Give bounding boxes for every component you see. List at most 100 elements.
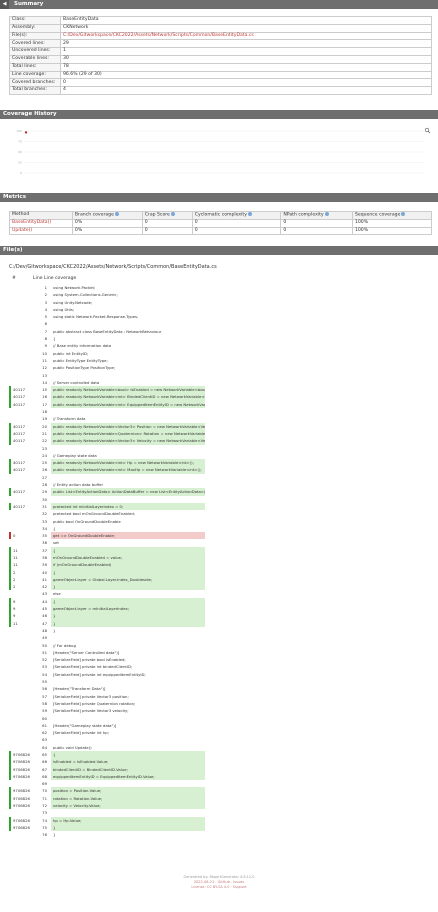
coverage-bar (9, 518, 11, 525)
line-number: 74 (42, 817, 47, 823)
coverage-bar (9, 605, 11, 613)
metrics-column-header[interactable]: Sequence coverage (351, 211, 433, 220)
coverage-bar (9, 707, 11, 714)
coverage-bar (9, 481, 11, 488)
code-line: 51 [Header("Server Controlled data")] (9, 649, 433, 656)
magnifier-plus-icon[interactable] (424, 127, 431, 134)
metrics-column-header[interactable]: Branch coverage (71, 211, 143, 220)
line-number: 30 (42, 496, 47, 502)
code-line: 40117 26 public readonly NetworkVariable<… (9, 466, 433, 474)
metrics-title: Metrics (3, 194, 26, 200)
line-number: 66 (42, 759, 47, 765)
footer-license[interactable]: License: CC BY-SA 4.0 · Support (0, 885, 438, 890)
summary-key: File(s): (9, 31, 61, 41)
hit-count: 11 (13, 562, 18, 568)
hit-count: 2 (13, 569, 16, 575)
collapse-icon[interactable]: ◀ (0, 0, 9, 9)
code-text: public List<EntityActionData> ActionData… (51, 488, 205, 496)
code-line: 9 46 } (9, 612, 433, 620)
metrics-column-label: Cyclomatic complexity (194, 212, 247, 218)
coverage-history-header[interactable]: Coverage History (0, 110, 438, 119)
coverage-bar (9, 386, 11, 394)
metric-value: 0 (280, 219, 353, 228)
method-link[interactable]: Update() (9, 226, 73, 235)
coverage-bar (9, 306, 11, 313)
metrics-column-label: NPath complexity (283, 212, 324, 218)
code-text: // Base entity information data (53, 343, 112, 349)
coverage-point[interactable] (24, 131, 28, 134)
hit-count: 40117 (13, 423, 26, 429)
metrics-column-header[interactable]: Method (9, 211, 73, 220)
line-number: 20 (42, 423, 47, 429)
line-number: 18 (42, 409, 47, 415)
line-number: 59 (42, 708, 47, 714)
line-number: 52 (42, 657, 47, 663)
metrics-header[interactable]: Metrics (0, 193, 438, 202)
coverage-bar (9, 510, 11, 517)
line-number: 71 (42, 795, 47, 801)
code-line: 11 37 { (9, 546, 433, 554)
code-text: using Unity.Netcode; (53, 299, 93, 305)
source-code: 1 using Network.Packet; 2 using System.Coll… (9, 284, 433, 839)
hit-count: 40117 (13, 503, 26, 509)
code-text: using static Network.Packet.Response.Typ… (53, 314, 139, 320)
method-link[interactable]: BaseEntityData() (9, 219, 73, 228)
metrics-column-header[interactable]: Cyclomatic complexity (191, 211, 282, 220)
summary-key: Uncovered lines: (9, 47, 61, 56)
coverage-bar (9, 320, 11, 327)
code-line: 27 (9, 474, 433, 481)
coverage-bar (9, 831, 11, 838)
summary-row: Line coverage: 96.6% (29 of 30) (9, 70, 432, 80)
coverage-bar (9, 597, 11, 606)
info-icon[interactable] (247, 212, 252, 216)
info-icon[interactable] (114, 212, 119, 216)
hit-count: 40117 (13, 430, 26, 436)
summary-value: 30 (60, 54, 432, 64)
code-text: [SerializeField] private Quaternion rota… (53, 700, 136, 706)
summary-header[interactable]: ◀ Summary (0, 0, 438, 9)
code-line: 2 42 } (9, 583, 433, 591)
info-icon[interactable] (401, 212, 406, 216)
code-text: public void Update() (53, 744, 92, 750)
code-text: // Server controlled data (53, 379, 100, 385)
code-text: mOnGroundDoubleEnabled = value; (51, 553, 205, 562)
line-number: 40 (42, 569, 47, 575)
coverage-history-title: Coverage History (3, 111, 57, 117)
line-number: 39 (42, 562, 47, 568)
hit-count: 11 (13, 547, 18, 553)
code-line: 9706826 70 position = Position.Value; (9, 787, 433, 795)
coverage-bar (9, 422, 11, 430)
coverage-bar (9, 780, 11, 787)
line-number: 5 (44, 314, 47, 320)
summary-value[interactable]: C:/Dev/Gitworkspace/CKC2022/Assets/Netwo… (60, 31, 432, 41)
code-text: } (51, 583, 205, 591)
code-line: 9706826 67 bindedClientID = BindedClientI… (9, 765, 433, 773)
coverage-bar (9, 525, 11, 532)
coverage-bar (9, 575, 11, 584)
metrics-column-header[interactable]: NPath complexity (280, 211, 353, 220)
coverage-bar (9, 729, 11, 736)
hit-count: 9706826 (13, 795, 30, 801)
code-line: 40117 15 public readonly NetworkVariable<… (9, 386, 433, 394)
code-line: 28 // Entity action data buffer (9, 481, 433, 488)
info-icon[interactable] (170, 212, 175, 216)
code-line: 11 38 mOnGroundDoubleEnabled = value; (9, 553, 433, 562)
metric-value: 0 (141, 226, 193, 235)
code-line: 48 } (9, 627, 433, 634)
code-line: 59 [SerializeField] private Vector3 velo… (9, 707, 433, 714)
info-icon[interactable] (324, 212, 329, 216)
code-text: public int EntityID; (53, 350, 89, 356)
files-header[interactable]: File(s) (0, 246, 438, 255)
coverage-bar (9, 539, 11, 546)
line-number: 47 (42, 620, 47, 626)
metrics-column-header[interactable]: Crap Score (141, 211, 193, 220)
line-number: 6 (44, 321, 47, 327)
code-text: public EntityType EntityType; (53, 357, 108, 363)
line-number: 61 (42, 722, 47, 728)
line-number: 27 (42, 474, 47, 480)
y-tick-label: 25 (18, 161, 22, 165)
code-text: [Header("Server Controlled data")] (53, 649, 120, 655)
summary-key: Total branches: (9, 86, 61, 95)
code-line: 76} (9, 831, 433, 838)
summary-row: Total branches: 4 (9, 86, 432, 95)
